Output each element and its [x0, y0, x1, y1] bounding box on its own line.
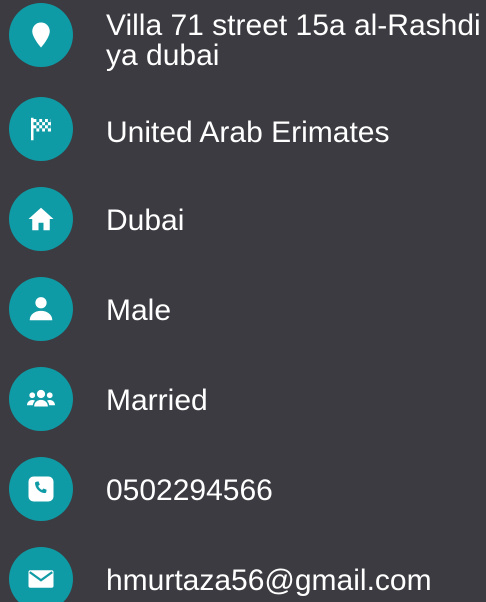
- country-row: United Arab Erimates: [0, 90, 486, 180]
- phone-glyph: [28, 476, 54, 502]
- city-row: Dubai: [0, 180, 486, 270]
- city-value: Dubai: [106, 205, 185, 237]
- gender-row: Male: [0, 270, 486, 360]
- checkered-flag-glyph: [31, 117, 51, 141]
- person-icon: [9, 277, 73, 341]
- person-glyph: [29, 297, 53, 321]
- home-icon: [9, 187, 73, 251]
- address-value: Villa 71 street 15a al-Rashdiya dubai: [106, 9, 481, 72]
- email-value[interactable]: hmurtaza56@gmail.com: [106, 565, 486, 597]
- group-icon: [9, 367, 73, 431]
- phone-row: 0502294566: [0, 450, 486, 540]
- address-row: Villa 71 street 15a al-Rashdiya dubai: [0, 0, 486, 90]
- location-pin-glyph: [32, 22, 50, 48]
- location-pin-icon: [9, 3, 73, 67]
- group-glyph: [27, 389, 55, 407]
- profile-details-list: Villa 71 street 15a al-Rashdiya dubai Un…: [0, 0, 486, 602]
- envelope-glyph: [28, 570, 54, 588]
- phone-value[interactable]: 0502294566: [106, 475, 486, 507]
- email-row: hmurtaza56@gmail.com: [0, 540, 486, 602]
- home-glyph: [28, 207, 54, 231]
- envelope-icon: [9, 547, 73, 602]
- marital-status-value: Married: [106, 385, 208, 417]
- marital-status-row: Married: [0, 360, 486, 450]
- gender-value: Male: [106, 295, 172, 327]
- checkered-flag-icon: [9, 97, 73, 161]
- country-value: United Arab Erimates: [106, 117, 390, 149]
- phone-icon: [9, 457, 73, 521]
